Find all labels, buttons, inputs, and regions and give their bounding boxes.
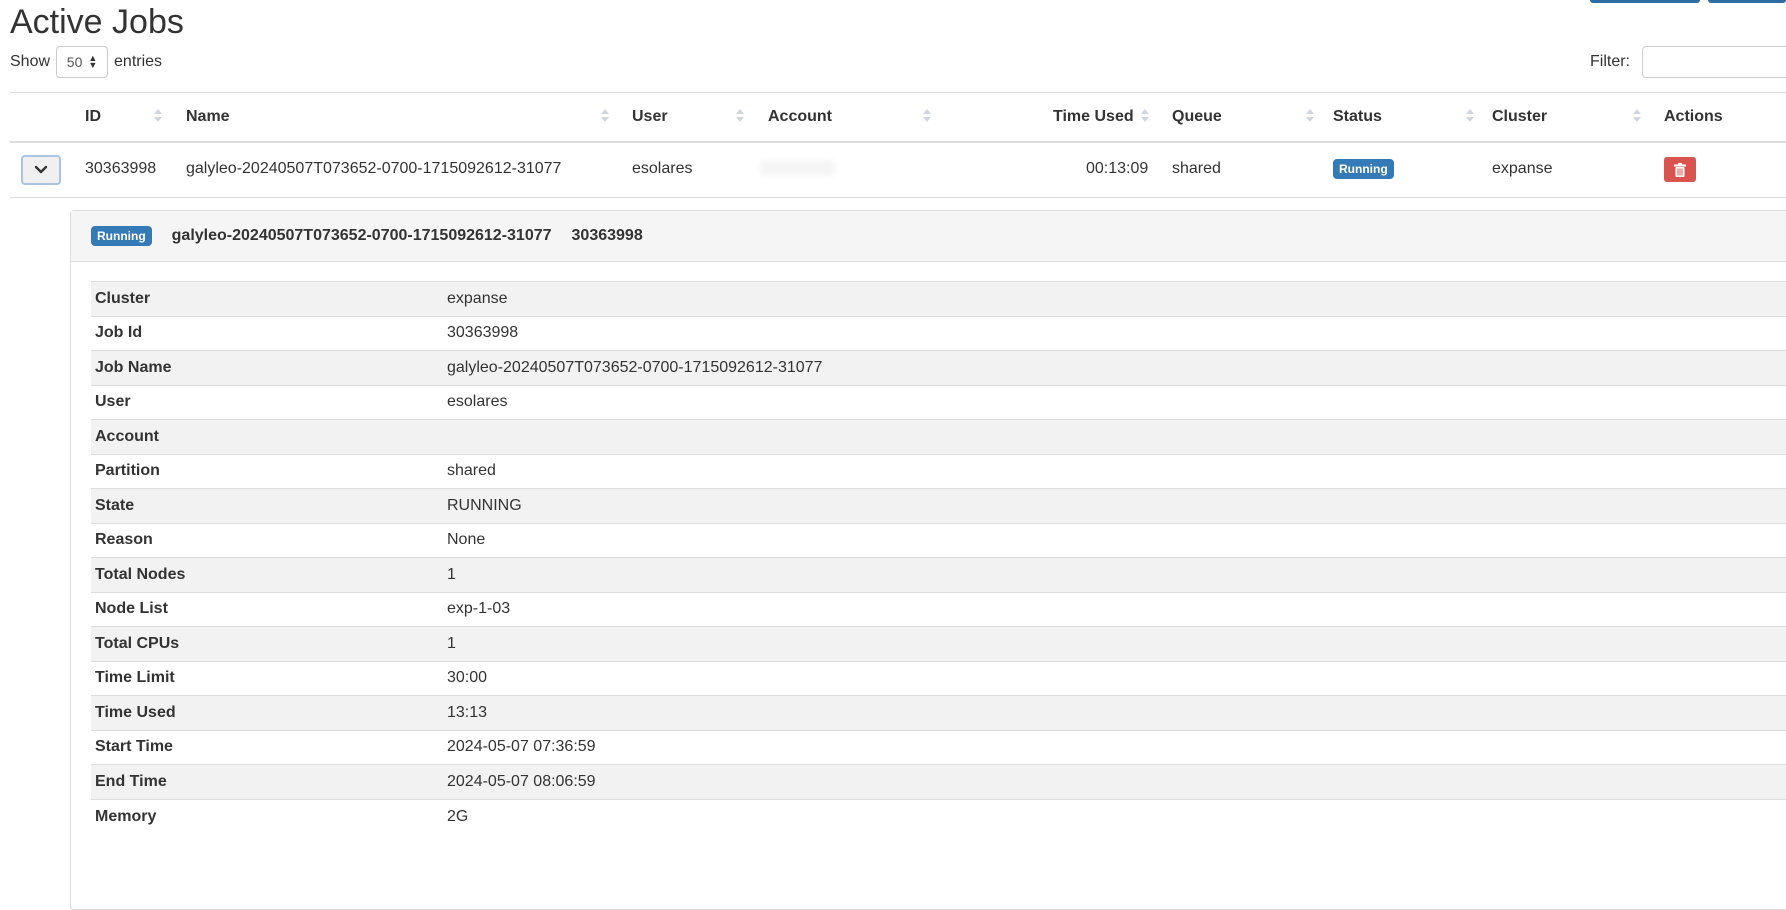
row-id: 30363998 <box>85 160 157 177</box>
detail-key: State <box>91 488 443 523</box>
entries-select-value: 50 <box>66 54 83 70</box>
job-detail-heading: Running galyleo-20240507T073652-0700-171… <box>71 211 1786 262</box>
row-time-used: 00:13:09 <box>1086 160 1149 177</box>
detail-job-id: 30363998 <box>571 227 643 244</box>
detail-row-reason: Reason None <box>91 522 1786 558</box>
detail-status-badge: Running <box>91 226 152 246</box>
detail-key: Job Name <box>91 350 443 385</box>
detail-value: esolares <box>443 384 1786 420</box>
table-header-border <box>10 141 1786 143</box>
filter-control: Filter: <box>1590 46 1786 78</box>
chevron-down-icon <box>34 165 48 174</box>
job-detail-table: Cluster expanse Job Id 30363998 Job Name ga… <box>91 281 1786 834</box>
page-title: Active Jobs <box>10 3 184 41</box>
sort-icon[interactable] <box>600 108 610 124</box>
detail-job-name: galyleo-20240507T073652-0700-1715092612-… <box>171 227 552 244</box>
detail-row-node-list: Node List exp-1-03 <box>91 591 1786 627</box>
detail-value: 1 <box>443 557 1786 592</box>
entries-select[interactable]: 50 ▲ ▼ <box>56 46 109 78</box>
detail-key: Time Limit <box>91 660 443 696</box>
detail-row-time-limit: Time Limit 30:00 <box>91 660 1786 696</box>
sort-icon[interactable] <box>153 108 163 124</box>
row-queue: shared <box>1172 160 1221 177</box>
detail-row-total-cpus: Total CPUs 1 <box>91 626 1786 661</box>
detail-value: shared <box>443 453 1786 489</box>
detail-key: Total CPUs <box>91 626 443 661</box>
expand-row-button[interactable] <box>21 155 61 185</box>
detail-key: Cluster <box>91 281 443 316</box>
detail-row-total-nodes: Total Nodes 1 <box>91 557 1786 592</box>
column-header-status[interactable]: Status <box>1333 106 1382 128</box>
detail-key: User <box>91 384 443 420</box>
detail-value: 30363998 <box>443 315 1786 351</box>
status-badge: Running <box>1333 159 1394 179</box>
detail-row-memory: Memory 2G <box>91 798 1786 834</box>
row-bottom-border <box>10 197 1786 198</box>
sort-icon[interactable] <box>922 108 932 124</box>
select-arrows-icon: ▲ ▼ <box>88 53 98 70</box>
detail-key: Total Nodes <box>91 557 443 592</box>
filter-label: Filter: <box>1590 53 1630 70</box>
detail-row-end-time: End Time 2024-05-07 08:06:59 <box>91 764 1786 799</box>
detail-row-job-id: Job Id 30363998 <box>91 315 1786 351</box>
detail-key: Start Time <box>91 729 443 765</box>
column-header-cluster[interactable]: Cluster <box>1492 106 1547 128</box>
detail-row-time-used: Time Used 13:13 <box>91 695 1786 730</box>
detail-row-user: User esolares <box>91 384 1786 420</box>
row-name: galyleo-20240507T073652-0700-1715092612-… <box>186 160 562 177</box>
sort-icon[interactable] <box>1632 108 1642 124</box>
column-header-account[interactable]: Account <box>768 106 832 128</box>
detail-row-start-time: Start Time 2024-05-07 07:36:59 <box>91 729 1786 765</box>
detail-key: End Time <box>91 764 443 799</box>
job-detail-panel: Running galyleo-20240507T073652-0700-171… <box>70 210 1786 910</box>
sort-icon[interactable] <box>1140 108 1150 124</box>
column-header-actions: Actions <box>1664 108 1723 125</box>
column-header-user[interactable]: User <box>632 106 668 128</box>
sort-icon[interactable] <box>1305 108 1315 124</box>
detail-key: Memory <box>91 798 443 834</box>
detail-row-state: State RUNNING <box>91 488 1786 523</box>
detail-value: 30:00 <box>443 660 1786 696</box>
detail-value: 13:13 <box>443 695 1786 730</box>
column-header-queue[interactable]: Queue <box>1172 106 1222 128</box>
detail-key: Time Used <box>91 695 443 730</box>
table-top-border <box>10 92 1786 93</box>
detail-value: exp-1-03 <box>443 591 1786 627</box>
detail-row-cluster: Cluster expanse <box>91 281 1786 316</box>
entries-length-control: Show 50 ▲ ▼ entries <box>10 46 162 78</box>
column-header-time-used[interactable]: Time Used <box>1053 106 1134 128</box>
row-status: Running <box>1333 158 1394 180</box>
delete-job-button[interactable] <box>1664 157 1696 182</box>
toolbar-button-right[interactable] <box>1708 0 1786 3</box>
detail-value <box>443 419 1786 454</box>
row-account-redacted <box>760 161 835 175</box>
detail-key: Partition <box>91 453 443 489</box>
detail-key: Account <box>91 419 443 454</box>
detail-value: 2G <box>443 798 1786 834</box>
toolbar-button-left[interactable] <box>1590 0 1700 3</box>
sort-icon[interactable] <box>735 108 745 124</box>
row-cluster: expanse <box>1492 160 1553 177</box>
sort-icon[interactable] <box>1465 108 1475 124</box>
detail-value: galyleo-20240507T073652-0700-1715092612-… <box>443 350 1786 385</box>
detail-key: Reason <box>91 522 443 558</box>
entries-label: entries <box>114 53 163 70</box>
detail-key: Job Id <box>91 315 443 351</box>
column-header-name[interactable]: Name <box>186 106 230 128</box>
detail-value: 2024-05-07 07:36:59 <box>443 729 1786 765</box>
detail-row-partition: Partition shared <box>91 453 1786 489</box>
detail-key: Node List <box>91 591 443 627</box>
column-header-id[interactable]: ID <box>85 106 101 128</box>
detail-value: 2024-05-07 08:06:59 <box>443 764 1786 799</box>
detail-row-job-name: Job Name galyleo-20240507T073652-0700-171… <box>91 350 1786 385</box>
detail-row-account: Account <box>91 419 1786 454</box>
show-label: Show <box>10 53 51 70</box>
trash-icon <box>1674 162 1686 177</box>
detail-value: 1 <box>443 626 1786 661</box>
detail-value: RUNNING <box>443 488 1786 523</box>
filter-input[interactable] <box>1642 46 1786 78</box>
row-user: esolares <box>632 160 693 177</box>
detail-value: None <box>443 522 1786 558</box>
detail-value: expanse <box>443 281 1786 316</box>
